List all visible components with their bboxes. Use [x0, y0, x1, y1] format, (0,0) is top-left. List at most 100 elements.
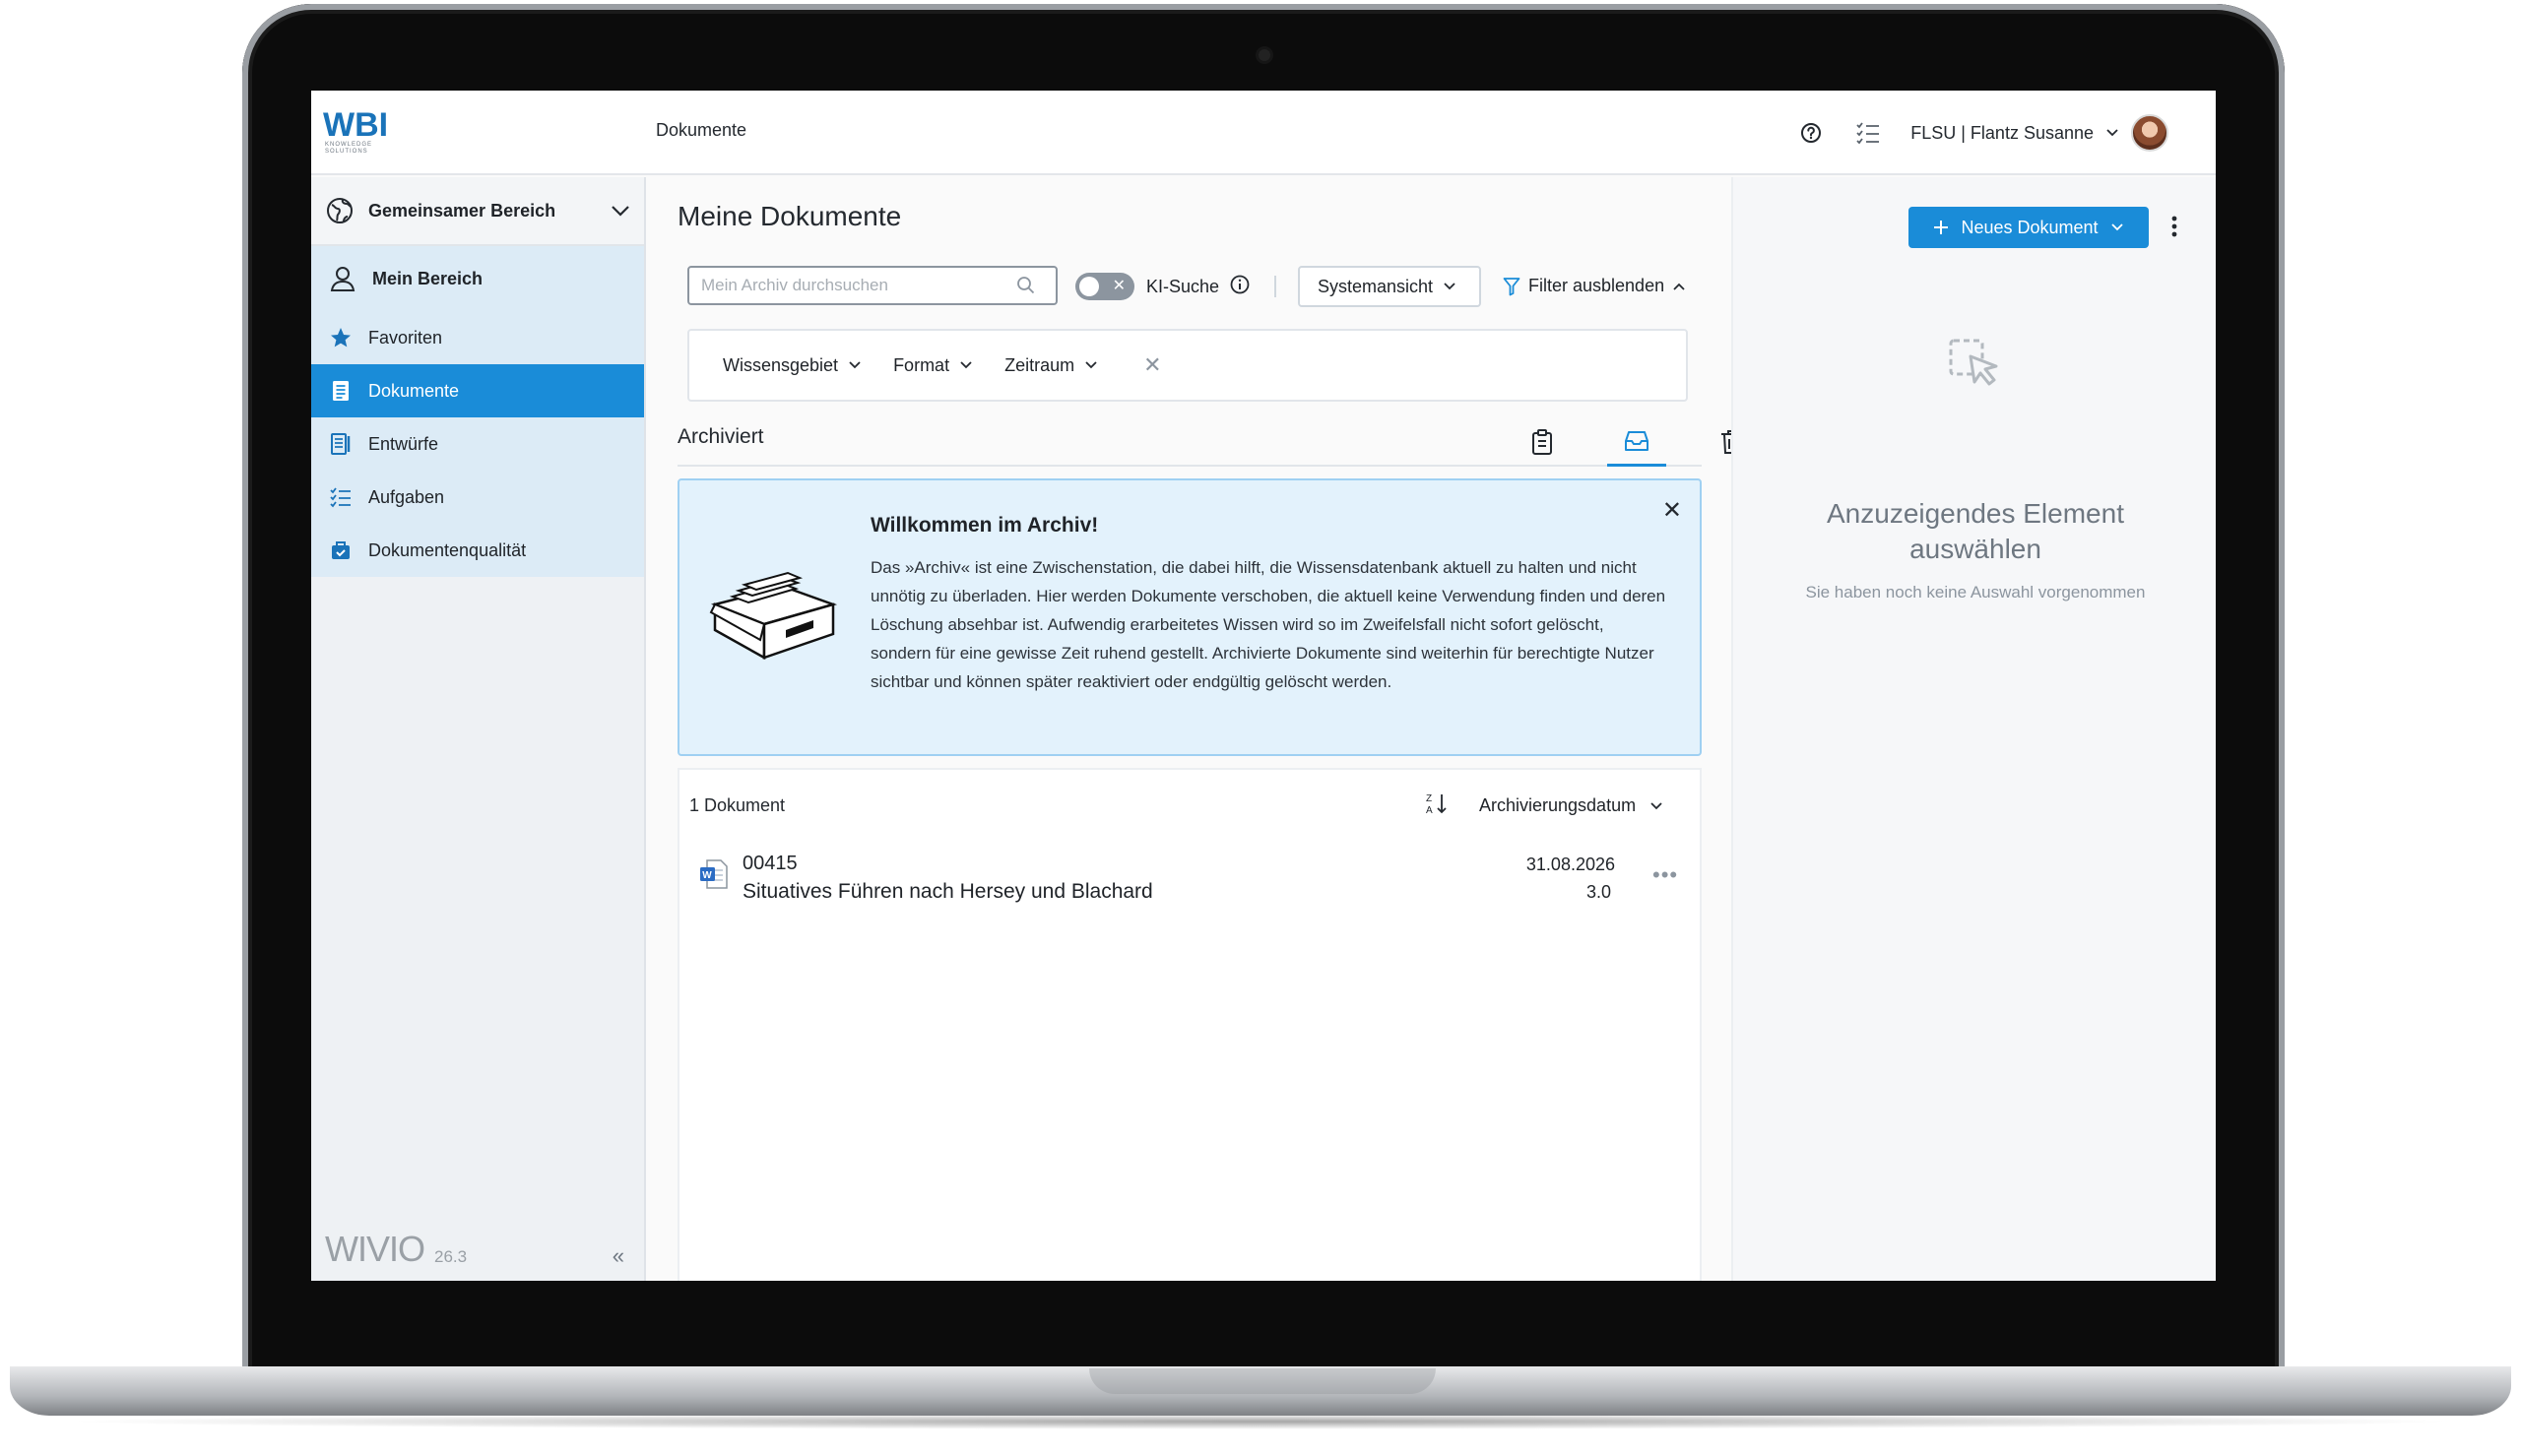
sidebar-item-mein-bereich[interactable]: Mein Bereich — [311, 246, 644, 311]
sort-select[interactable]: Archivierungsdatum — [1479, 795, 1663, 816]
task-list-icon[interactable] — [1853, 118, 1883, 148]
chevron-down-icon — [612, 206, 629, 217]
sidebar-nav: Mein Bereich Favoriten Dokumente Entwürf… — [311, 246, 644, 577]
close-icon[interactable]: ✕ — [1662, 496, 1682, 525]
ai-search-label: KI-Suche — [1146, 277, 1220, 296]
sidebar-item-dokumentenqualitaet[interactable]: Dokumentenqualität — [311, 524, 644, 577]
draft-icon — [331, 433, 351, 455]
more-options-icon[interactable]: ••• — [1652, 862, 1678, 888]
filter-zeitraum[interactable]: Zeitraum — [1004, 355, 1098, 376]
sidebar-item-label: Mein Bereich — [372, 268, 484, 288]
divider — [1274, 276, 1276, 297]
search-icon[interactable] — [1016, 276, 1036, 295]
document-icon — [333, 381, 349, 401]
star-icon — [331, 328, 351, 348]
breadcrumb: Dokumente — [656, 120, 747, 140]
sidebar-item-aufgaben[interactable]: Aufgaben — [311, 471, 644, 524]
camera-icon — [1259, 49, 1270, 61]
view-select-value: Systemansicht — [1318, 276, 1434, 296]
detail-panel: Neues Dokument Anzuzeigendes Element aus… — [1731, 177, 2216, 1281]
archive-tab-row: Archiviert — [678, 417, 1741, 467]
empty-state-subtitle: Sie haben noch keine Auswahl vorgenommen — [1805, 583, 2146, 601]
main-content: Meine Dokumente ✕ KI-Suche Systemansicht… — [648, 177, 1741, 1281]
chevron-down-icon — [1085, 361, 1097, 369]
word-document-icon: W — [699, 858, 729, 895]
chevron-down-icon — [960, 361, 972, 369]
document-date: 31.08.2026 — [1525, 855, 1615, 874]
sidebar-item-label: Dokumente — [368, 380, 460, 401]
section-title: Archiviert — [678, 425, 764, 448]
sidebar-item-label: Aufgaben — [368, 486, 445, 507]
avatar[interactable] — [2131, 114, 2168, 152]
sidebar: Gemeinsamer Bereich Mein Bereich Favorit… — [311, 177, 646, 1281]
globe-icon — [327, 198, 353, 223]
tab-archive[interactable] — [1607, 417, 1666, 467]
sidebar-item-dokumente[interactable]: Dokumente — [311, 364, 644, 417]
svg-text:W: W — [702, 870, 712, 881]
filter-wissensgebiet[interactable]: Wissensgebiet — [723, 355, 862, 376]
list-item[interactable]: W 00415 Situatives Führen nach Hersey un… — [679, 839, 1700, 912]
chevron-down-icon — [849, 361, 861, 369]
wbi-logo[interactable]: WBI KNOWLEDGE SOLUTIONS — [323, 108, 402, 158]
filter-toggle-button[interactable]: Filter ausblenden — [1503, 276, 1686, 296]
collapse-sidebar-icon[interactable]: « — [613, 1245, 624, 1267]
kebab-menu-icon[interactable] — [2170, 215, 2178, 243]
sidebar-item-label: Entwürfe — [368, 433, 439, 454]
sort-order-icon[interactable]: ZA — [1426, 791, 1448, 820]
sidebar-item-entwuerfe[interactable]: Entwürfe — [311, 417, 644, 471]
user-icon — [330, 267, 356, 291]
app-window: WBI KNOWLEDGE SOLUTIONS Dokumente FLSU |… — [311, 91, 2216, 1281]
quality-icon — [332, 541, 350, 559]
svg-text:Z: Z — [1426, 793, 1432, 804]
filter-icon — [1503, 277, 1520, 295]
app-version: 26.3 — [434, 1247, 468, 1266]
clipboard-icon[interactable] — [1513, 417, 1572, 467]
info-icon[interactable] — [1229, 274, 1251, 300]
document-list: 1 Dokument ZA Archivierungsdatum W 00415… — [678, 768, 1702, 1281]
sidebar-item-label: Favoriten — [368, 327, 443, 348]
chevron-down-icon — [1444, 283, 1455, 290]
filter-format[interactable]: Format — [893, 355, 973, 376]
document-title[interactable]: Situatives Führen nach Hersey und Blacha… — [743, 880, 1153, 904]
clear-filters-icon[interactable]: ✕ — [1143, 352, 1161, 378]
plus-icon — [1934, 221, 1949, 234]
chevron-down-icon — [2106, 129, 2118, 137]
archive-inbox-icon — [1625, 430, 1648, 451]
search-box[interactable] — [687, 266, 1058, 305]
svg-text:A: A — [1426, 805, 1433, 815]
filter-toggle-label: Filter ausblenden — [1528, 276, 1665, 295]
ai-search-toggle[interactable]: ✕ — [1075, 273, 1134, 300]
laptop-shadow — [59, 1414, 2462, 1429]
laptop-mockup: WBI KNOWLEDGE SOLUTIONS Dokumente FLSU |… — [0, 0, 2521, 1456]
wivio-logo: WIVIO — [325, 1229, 425, 1269]
view-select[interactable]: Systemansicht — [1298, 266, 1481, 307]
document-version: 3.0 — [1585, 882, 1611, 902]
top-actions: FLSU | Flantz Susanne — [1796, 112, 2168, 154]
top-bar: WBI KNOWLEDGE SOLUTIONS Dokumente FLSU |… — [311, 91, 2216, 175]
sidebar-item-favoriten[interactable]: Favoriten — [311, 311, 644, 364]
new-document-label: Neues Dokument — [1961, 217, 2099, 237]
sidebar-item-label: Dokumentenqualität — [368, 539, 527, 560]
archive-box-illustration — [709, 571, 838, 661]
chevron-down-icon — [1650, 801, 1662, 809]
user-menu[interactable]: FLSU | Flantz Susanne — [1910, 114, 2168, 152]
chevron-up-icon — [1673, 283, 1685, 290]
workspace-selector[interactable]: Gemeinsamer Bereich — [311, 177, 644, 246]
chevron-down-icon — [2110, 223, 2123, 231]
document-id: 00415 — [743, 853, 798, 874]
new-document-button[interactable]: Neues Dokument — [1908, 207, 2149, 248]
toggle-off-icon: ✕ — [1112, 278, 1126, 294]
select-element-icon — [1945, 333, 2004, 397]
sidebar-footer: WIVIO 26.3 « — [325, 1228, 624, 1267]
search-input[interactable] — [701, 276, 1016, 295]
laptop-notch — [1089, 1368, 1436, 1394]
help-icon[interactable] — [1796, 118, 1826, 148]
empty-state-title: Anzuzeigendes Element auswählen — [1827, 498, 2124, 564]
page-title: Meine Dokumente — [678, 201, 902, 231]
document-count: 1 Dokument — [689, 795, 786, 815]
tasks-icon — [330, 487, 351, 508]
sort-select-value: Archivierungsdatum — [1479, 795, 1637, 815]
welcome-title: Willkommen im Archiv! — [871, 514, 1099, 537]
welcome-text: Das »Archiv« ist eine Zwischenstation, d… — [871, 558, 1666, 691]
toggle-knob — [1079, 277, 1099, 296]
